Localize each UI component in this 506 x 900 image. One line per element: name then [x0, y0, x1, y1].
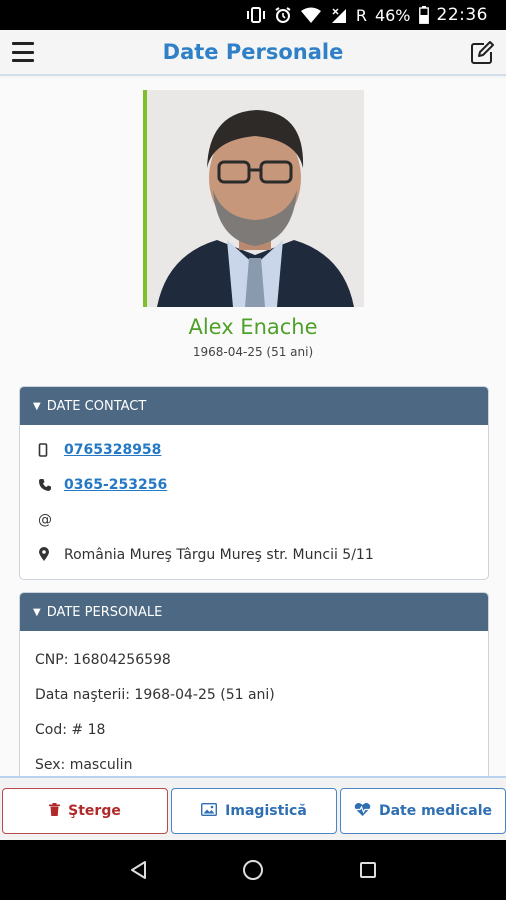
- caret-down-icon: ▼: [33, 400, 41, 412]
- personal-panel: ▼ DATE PERSONALE CNP: 16804256598 Data n…: [19, 592, 489, 776]
- personal-panel-header[interactable]: ▼ DATE PERSONALE: [20, 593, 488, 631]
- network-type-label: R: [355, 5, 367, 25]
- battery-icon: [418, 0, 429, 30]
- back-icon[interactable]: [123, 855, 153, 885]
- main-content: Alex Enache 1968-04-25 (51 ani) ▼ DATE C…: [0, 78, 506, 776]
- address-row: România Mureş Târgu Mureş str. Muncii 5/…: [20, 537, 488, 572]
- contact-panel-title: DATE CONTACT: [46, 398, 147, 414]
- patient-name: Alex Enache: [188, 315, 318, 339]
- imaging-button[interactable]: Imagistică: [171, 788, 337, 834]
- map-pin-icon: [38, 547, 64, 562]
- wifi-icon: [300, 0, 322, 30]
- cnp-row: CNP: 16804256598: [35, 651, 171, 668]
- vibrate-icon: [246, 0, 266, 30]
- address-value: România Mureş Târgu Mureş str. Muncii 5/…: [64, 546, 374, 563]
- hamburger-menu-icon[interactable]: [12, 42, 34, 62]
- image-icon: [201, 802, 218, 820]
- contact-panel: ▼ DATE CONTACT 0765328958 0365-253256 @: [19, 386, 489, 580]
- trash-icon: [49, 802, 61, 820]
- mobile-phone-icon: [38, 442, 64, 457]
- medical-data-button[interactable]: Date medicale: [340, 788, 506, 834]
- clock: 22:36: [436, 5, 488, 25]
- alarm-icon: [274, 0, 292, 30]
- profile-section: Alex Enache 1968-04-25 (51 ani): [0, 78, 506, 368]
- profile-photo: [143, 90, 364, 307]
- medical-data-button-label: Date medicale: [378, 803, 493, 819]
- recent-apps-icon[interactable]: [353, 855, 383, 885]
- patient-birth-date: 1968-04-25 (51 ani): [192, 345, 314, 359]
- status-bar: R 46% 22:36: [0, 0, 506, 30]
- system-navigation-bar: [0, 840, 506, 900]
- phone-link[interactable]: 0365-253256: [64, 477, 167, 493]
- home-icon[interactable]: [238, 855, 268, 885]
- personal-panel-title: DATE PERSONALE: [46, 604, 163, 620]
- app-header: Date Personale: [0, 30, 506, 76]
- mobile-row: 0765328958: [20, 432, 488, 467]
- battery-percent: 46%: [374, 5, 411, 25]
- delete-button-label: Şterge: [68, 803, 121, 819]
- contact-panel-header[interactable]: ▼ DATE CONTACT: [20, 387, 488, 425]
- email-row: @: [20, 502, 488, 537]
- signal-icon: [330, 0, 348, 30]
- sex-row: Sex: masculin: [35, 756, 133, 773]
- mobile-link[interactable]: 0765328958: [64, 442, 161, 458]
- delete-button[interactable]: Şterge: [2, 788, 168, 834]
- at-icon: @: [38, 511, 52, 528]
- phone-icon: [38, 478, 64, 492]
- imaging-button-label: Imagistică: [225, 803, 307, 819]
- action-bar: Şterge Imagistică Date medicale: [0, 776, 506, 838]
- caret-down-icon: ▼: [33, 606, 41, 618]
- heartbeat-icon: [354, 802, 371, 821]
- page-title: Date Personale: [162, 40, 344, 64]
- edit-icon[interactable]: [468, 39, 496, 67]
- birth-date-row: Data naşterii: 1968-04-25 (51 ani): [35, 686, 275, 703]
- code-row: Cod: # 18: [35, 721, 106, 738]
- phone-row: 0365-253256: [20, 467, 488, 502]
